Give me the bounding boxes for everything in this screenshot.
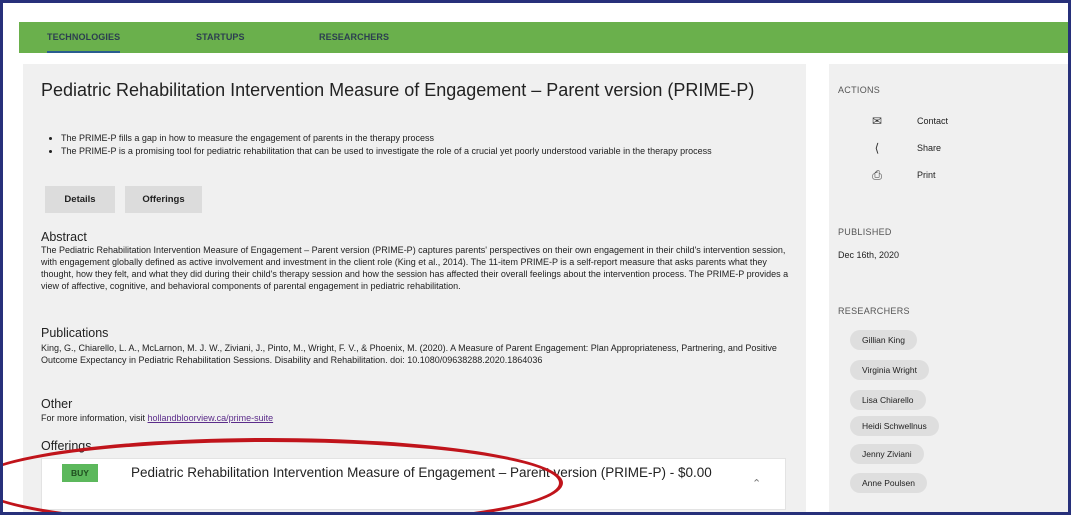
offerings-heading: Offerings bbox=[41, 439, 92, 453]
other-heading: Other bbox=[41, 397, 73, 411]
buy-button[interactable]: BUY bbox=[62, 464, 98, 482]
chevron-up-icon[interactable]: ⌃ bbox=[752, 477, 761, 490]
contact-label: Contact bbox=[917, 116, 949, 126]
actions-heading: ACTIONS bbox=[838, 85, 881, 95]
page-title: Pediatric Rehabilitation Intervention Me… bbox=[41, 80, 755, 100]
printer-icon: ⎙ bbox=[872, 168, 882, 182]
details-button[interactable]: Details bbox=[45, 186, 115, 213]
sidebar-panel: ACTIONS ✉ Contact ⟨ Share ⎙ Print PUBLIS… bbox=[829, 64, 1068, 512]
published-date: Dec 16th, 2020 bbox=[838, 250, 900, 260]
top-nav-bar: TECHNOLOGIES STARTUPS RESEARCHERS bbox=[19, 22, 1068, 53]
bullet-item: The PRIME-P is a promising tool for pedi… bbox=[61, 145, 791, 157]
publications-heading: Publications bbox=[41, 326, 109, 340]
abstract-text: The Pediatric Rehabilitation Interventio… bbox=[41, 245, 789, 291]
researchers-heading: RESEARCHERS bbox=[838, 306, 910, 316]
bullet-item: The PRIME-P fills a gap in how to measur… bbox=[61, 132, 791, 144]
tab-technologies[interactable]: TECHNOLOGIES bbox=[47, 22, 121, 53]
publications-text: King, G., Chiarello, L. A., McLarnon, M.… bbox=[41, 343, 777, 365]
published-heading: PUBLISHED bbox=[838, 227, 892, 237]
offering-item[interactable]: BUY Pediatric Rehabilitation Interventio… bbox=[41, 458, 786, 510]
researcher-chip[interactable]: Jenny Ziviani bbox=[850, 444, 924, 464]
tab-researchers[interactable]: RESEARCHERS bbox=[319, 22, 389, 53]
offering-title: Pediatric Rehabilitation Intervention Me… bbox=[131, 465, 712, 480]
researcher-chip[interactable]: Virginia Wright bbox=[850, 360, 929, 380]
share-label: Share bbox=[917, 143, 942, 153]
summary-bullets: The PRIME-P fills a gap in how to measur… bbox=[61, 132, 791, 158]
abstract-heading: Abstract bbox=[41, 230, 87, 244]
researcher-chip[interactable]: Lisa Chiarello bbox=[850, 390, 926, 410]
offerings-button[interactable]: Offerings bbox=[125, 186, 202, 213]
envelope-icon: ✉ bbox=[871, 114, 883, 128]
researcher-chip[interactable]: Anne Poulsen bbox=[850, 473, 927, 493]
print-label: Print bbox=[917, 170, 936, 180]
researcher-chip[interactable]: Heidi Schwellnus bbox=[850, 416, 939, 436]
share-icon: ⟨ bbox=[874, 141, 880, 155]
tab-startups[interactable]: STARTUPS bbox=[196, 22, 245, 53]
other-text: For more information, visit hollandbloor… bbox=[41, 412, 796, 424]
main-content-panel: Pediatric Rehabilitation Intervention Me… bbox=[23, 64, 806, 512]
other-prefix: For more information, visit bbox=[41, 413, 148, 423]
researcher-chip[interactable]: Gillian King bbox=[850, 330, 917, 350]
screenshot-frame: TECHNOLOGIES STARTUPS RESEARCHERS Pediat… bbox=[0, 0, 1071, 515]
more-info-link[interactable]: hollandbloorview.ca/prime-suite bbox=[148, 413, 274, 423]
